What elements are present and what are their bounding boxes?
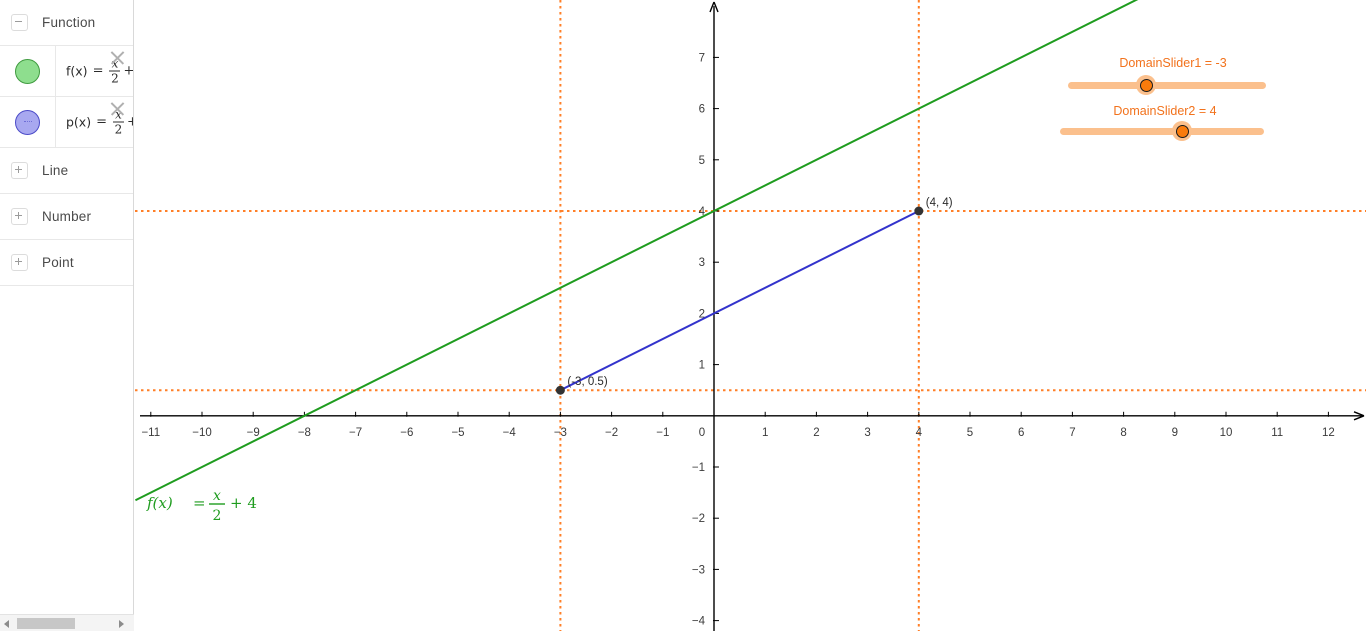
sidebar-horizontal-scrollbar[interactable] — [0, 614, 134, 631]
slider-track-domainslider1[interactable] — [1068, 82, 1266, 89]
y-tick-label-3: 3 — [699, 257, 705, 269]
x-tick-label-9: 9 — [1172, 427, 1178, 439]
point-label: (-3, 0.5) — [567, 376, 607, 388]
category-row-function[interactable]: Function — [0, 0, 133, 46]
function-annotation: f(x) = x 2 + 4 — [146, 488, 257, 524]
x-tick-label-3: 3 — [864, 427, 870, 439]
y-tick-label--1: −1 — [692, 462, 705, 474]
marble-cell-p[interactable] — [0, 97, 56, 147]
equation-cell-p[interactable]: p(x) = x 2 + — [56, 97, 133, 147]
category-label-number: Number — [42, 209, 92, 224]
slider-label-domainslider2: DomainSlider2 = 4 — [1113, 104, 1217, 118]
function-row-p[interactable]: p(x) = x 2 + — [0, 97, 133, 148]
x-tick-label--1: −1 — [656, 427, 669, 439]
svg-text:x: x — [213, 488, 221, 504]
x-tick-label--11: −11 — [141, 427, 160, 439]
point-label: (4, 4) — [926, 197, 953, 209]
equation-cell-f[interactable]: f(x) = x 2 + — [56, 46, 133, 96]
x-tick-label--9: −9 — [247, 427, 260, 439]
slider-track-domainslider2[interactable] — [1060, 128, 1264, 135]
y-tick-label-7: 7 — [699, 52, 705, 64]
slider-domainslider1[interactable]: DomainSlider1 = -3 — [1068, 56, 1278, 95]
equation-p-tail: + — [127, 114, 133, 130]
close-icon[interactable] — [109, 49, 126, 66]
x-tick-label-12: 12 — [1322, 427, 1335, 439]
minus-icon[interactable] — [11, 14, 28, 31]
x-tick-label-4: 4 — [916, 427, 923, 439]
slider-handle-domainslider2[interactable] — [1175, 124, 1189, 138]
x-tick-label--8: −8 — [298, 427, 311, 439]
graph-canvas[interactable]: −11 −10 −9 −8 −7 −6 −5 −4 −3 −2 −1 1 2 3 4 5 6 7 8 9 10 11 120… — [135, 0, 1366, 631]
equation-p-lhs: p(x) — [66, 114, 92, 130]
svg-text:=: = — [193, 494, 206, 512]
equation-f-equals: = — [92, 63, 104, 79]
equation-p-denominator: 2 — [114, 122, 123, 137]
x-tick-label-7: 7 — [1069, 427, 1075, 439]
scrollbar-thumb[interactable] — [17, 618, 75, 629]
x-tick-label--2: −2 — [605, 427, 618, 439]
algebra-sidebar: Function f(x) = x 2 + p(x) = x 2 + Line … — [0, 0, 134, 631]
category-label-line: Line — [42, 163, 69, 178]
plus-icon[interactable] — [11, 162, 28, 179]
category-row-line[interactable]: Line — [0, 148, 133, 194]
x-tick-label-8: 8 — [1120, 427, 1126, 439]
svg-text:2: 2 — [213, 508, 222, 524]
geogebra-window: Function f(x) = x 2 + p(x) = x 2 + Line … — [0, 0, 1366, 631]
origin-label: 0 — [699, 427, 705, 439]
point-marker[interactable] — [555, 385, 565, 395]
equation-p-equals: = — [96, 114, 107, 130]
slider-handle-domainslider1[interactable] — [1139, 78, 1153, 92]
slider-domainslider2[interactable]: DomainSlider2 = 4 — [1060, 104, 1270, 141]
y-tick-label--4: −4 — [692, 616, 706, 628]
x-tick-label--10: −10 — [192, 427, 212, 439]
x-tick-label--5: −5 — [451, 427, 464, 439]
visibility-marble-f[interactable] — [15, 58, 40, 84]
plus-icon[interactable] — [11, 254, 28, 271]
x-tick-label--6: −6 — [400, 427, 413, 439]
slider-label-domainslider1: DomainSlider1 = -3 — [1119, 56, 1227, 70]
point-marker[interactable] — [914, 206, 924, 216]
x-tick-label-1: 1 — [762, 427, 768, 439]
marble-cell-f[interactable] — [0, 46, 56, 96]
x-tick-label--4: −4 — [503, 427, 517, 439]
x-tick-label--7: −7 — [349, 427, 362, 439]
x-tick-label-11: 11 — [1271, 427, 1283, 439]
category-row-point[interactable]: Point — [0, 240, 133, 286]
function-row-f[interactable]: f(x) = x 2 + — [0, 46, 133, 97]
graphics-view[interactable]: −11 −10 −9 −8 −7 −6 −5 −4 −3 −2 −1 1 2 3 4 5 6 7 8 9 10 11 12 0… — [135, 0, 1366, 631]
x-tick-label-5: 5 — [967, 427, 973, 439]
visibility-marble-p[interactable] — [15, 109, 40, 135]
plus-icon[interactable] — [11, 208, 28, 225]
caret-left-icon[interactable] — [0, 615, 14, 631]
x-tick-label-10: 10 — [1220, 427, 1233, 439]
y-tick-label--2: −2 — [692, 513, 705, 525]
y-tick-label-5: 5 — [699, 155, 705, 167]
category-label-point: Point — [42, 255, 74, 270]
y-tick-label-6: 6 — [699, 104, 705, 116]
y-tick-label--3: −3 — [692, 564, 705, 576]
x-tick-label-6: 6 — [1018, 427, 1024, 439]
close-icon[interactable] — [109, 100, 126, 117]
x-tick-label--3: −3 — [554, 427, 567, 439]
svg-text:f(x): f(x) — [146, 494, 173, 512]
y-tick-label-1: 1 — [699, 360, 705, 372]
equation-f-denominator: 2 — [111, 71, 119, 86]
equation-f-lhs: f(x) — [66, 63, 88, 79]
caret-right-icon[interactable] — [115, 615, 129, 631]
svg-text:+ 4: + 4 — [230, 494, 257, 512]
category-label-function: Function — [42, 15, 96, 30]
x-tick-label-2: 2 — [813, 427, 819, 439]
series-line-p — [559, 210, 920, 392]
category-row-number[interactable]: Number — [0, 194, 133, 240]
